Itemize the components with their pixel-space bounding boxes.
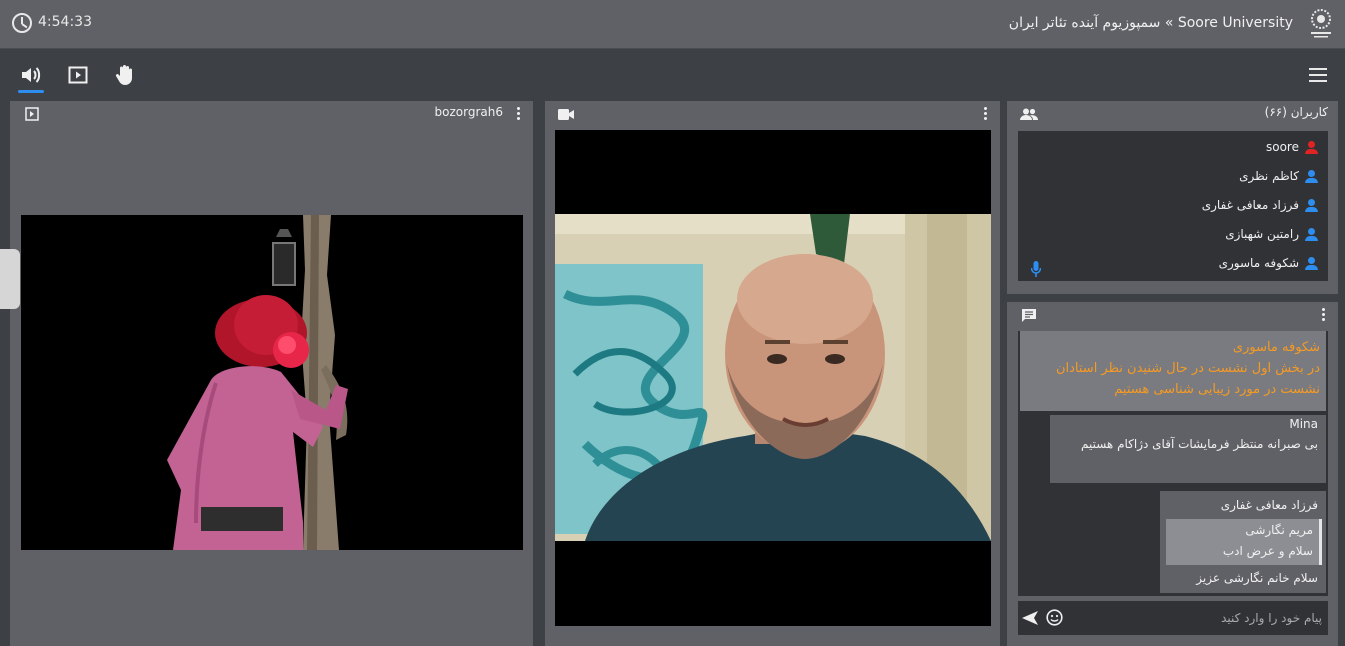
user-icon — [1305, 227, 1318, 241]
pinned-author: شکوفه ماسوری — [1232, 340, 1320, 355]
quoted-message: مریم نگارشی سلام و عرض ادب — [1166, 519, 1322, 565]
pinned-line-1: در بخش اول نشست در حال شنیدن نظر استادان — [1055, 361, 1320, 376]
user-name: کاظم نظری — [1239, 169, 1299, 183]
pinned-line-2: نشست در مورد زیبایی شناسی هستیم — [1114, 382, 1320, 397]
users-icon — [1020, 108, 1038, 120]
presenter-name: bozorgrah6 — [434, 105, 503, 119]
webcam-options-icon[interactable] — [984, 107, 988, 121]
chat-panel: شکوفه ماسوری در بخش اول نشست در حال شنید… — [1007, 302, 1338, 646]
chat-options-icon[interactable] — [1322, 308, 1326, 322]
university-seal-icon — [1311, 9, 1331, 38]
user-name: شکوفه ماسوری — [1218, 256, 1299, 270]
presentation-options-icon[interactable] — [517, 107, 521, 121]
message-author: Mina — [1289, 417, 1318, 431]
presentation-icon — [25, 107, 39, 121]
user-item[interactable]: فرزاد معافی غفاری — [1202, 195, 1318, 215]
message-author: فرزاد معافی غفاری — [1220, 498, 1318, 512]
user-item[interactable]: رامتین شهبازی — [1225, 224, 1318, 244]
user-item-soore[interactable]: soore — [1266, 137, 1318, 157]
user-item[interactable]: کاظم نظری — [1239, 166, 1318, 186]
emoji-icon[interactable] — [1046, 609, 1063, 626]
chat-input-row — [1018, 601, 1328, 635]
video-camera-icon — [558, 109, 574, 120]
session-clock: 4:54:33 — [38, 14, 92, 30]
message-text: بی صبرانه منتظر فرمایشات آقای دژاکام هست… — [1081, 437, 1318, 451]
menu-icon[interactable] — [1309, 68, 1327, 82]
webcam-panel — [545, 101, 1000, 646]
user-item[interactable]: شکوفه ماسوری — [1219, 253, 1318, 273]
chat-icon — [1022, 309, 1036, 322]
chat-messages: شکوفه ماسوری در بخش اول نشست در حال شنید… — [1018, 331, 1328, 596]
user-icon — [1305, 256, 1318, 270]
webcam-video — [555, 214, 991, 541]
user-list: soore کاظم نظری فرزاد معافی غفاری رامتین… — [1018, 131, 1328, 281]
screen-share-icon[interactable] — [65, 63, 91, 87]
user-icon — [1305, 198, 1318, 212]
webcam-header — [545, 101, 1000, 127]
presentation-header: bozorgrah6 — [10, 101, 533, 127]
clock-icon — [12, 13, 32, 33]
presentation-panel: bozorgrah6 — [10, 101, 533, 646]
user-name: فرزاد معافی غفاری — [1201, 198, 1299, 212]
chat-message: فرزاد معافی غفاری مریم نگارشی سلام و عرض… — [1160, 491, 1326, 593]
volume-icon[interactable] — [18, 63, 44, 93]
chat-message: Mina بی صبرانه منتظر فرمایشات آقای دژاکا… — [1050, 415, 1326, 483]
user-name: رامتین شهبازی — [1225, 227, 1299, 241]
toolbar — [0, 50, 1345, 98]
microphone-icon[interactable] — [1031, 261, 1041, 277]
user-name: soore — [1266, 140, 1299, 154]
message-text: سلام خانم نگارشی عزیز — [1196, 571, 1318, 585]
top-bar: 4:54:33 Soore University » سمپوزیوم آیند… — [0, 0, 1345, 49]
users-panel: کاربران (۶۶) soore کاظم نظری فرزاد معافی… — [1007, 101, 1338, 294]
quoted-text: سلام و عرض ادب — [1222, 544, 1313, 558]
presentation-image — [21, 215, 523, 550]
user-icon — [1305, 169, 1318, 183]
chat-input[interactable] — [1072, 601, 1328, 635]
send-icon[interactable] — [1022, 610, 1038, 626]
side-panel-handle[interactable] — [0, 249, 20, 309]
page-title: Soore University » سمپوزیوم آینده تئاتر … — [1008, 15, 1293, 31]
quoted-author: مریم نگارشی — [1245, 523, 1313, 537]
user-icon — [1305, 140, 1318, 154]
raise-hand-icon[interactable] — [112, 63, 138, 87]
pinned-message: شکوفه ماسوری در بخش اول نشست در حال شنید… — [1020, 331, 1326, 411]
users-title: کاربران (۶۶) — [1264, 105, 1328, 119]
